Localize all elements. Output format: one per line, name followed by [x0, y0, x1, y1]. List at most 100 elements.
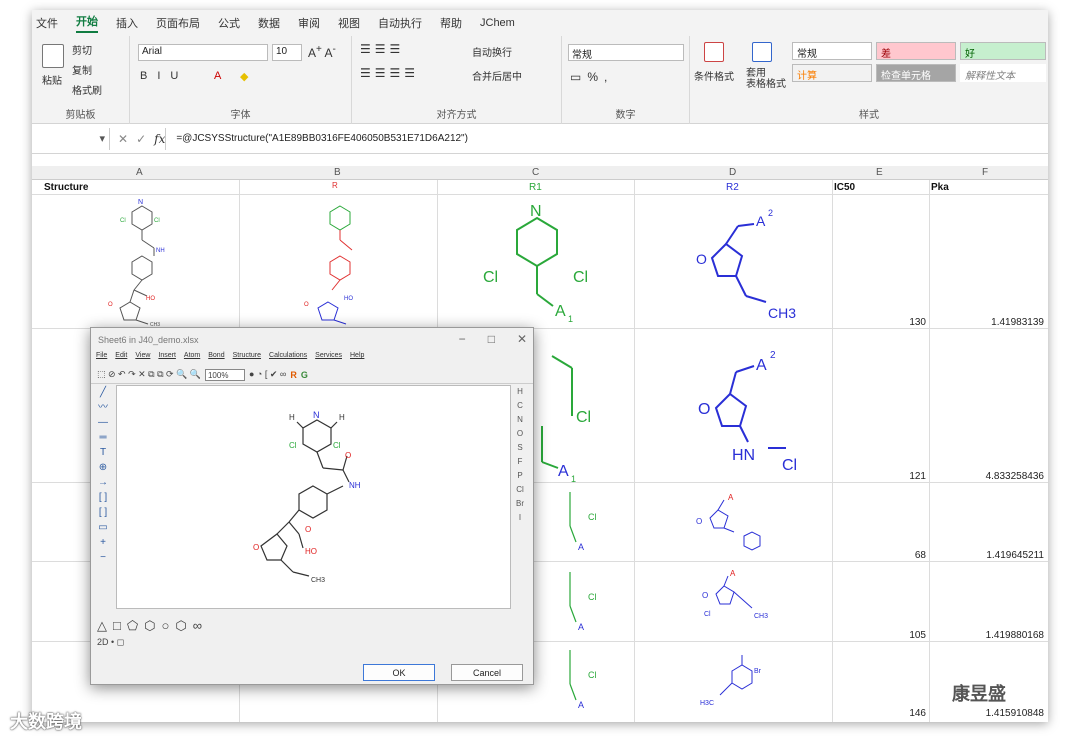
structure-r1-column[interactable]: Cl A Cl A Cl A: [534, 486, 614, 722]
menu-view[interactable]: View: [135, 352, 150, 366]
structure-b1[interactable]: O HO: [270, 194, 410, 328]
structure-a1[interactable]: N Cl Cl NH O HO CH3: [72, 194, 212, 328]
tab-page-layout[interactable]: 页面布局: [156, 15, 200, 31]
svg-text:A: A: [756, 213, 766, 229]
copy-button[interactable]: 复制: [72, 62, 92, 77]
style-bad[interactable]: 差: [876, 42, 956, 60]
maximize-icon[interactable]: □: [488, 332, 495, 346]
style-good[interactable]: 好: [960, 42, 1046, 60]
shape-toolbar[interactable]: △□⬠⬡○⬡∞: [97, 618, 208, 634]
menu-insert[interactable]: Insert: [158, 352, 176, 366]
structure-r2-4[interactable]: O Cl CH3 A: [682, 564, 822, 640]
svg-text:Cl: Cl: [289, 441, 297, 450]
svg-text:Br: Br: [754, 668, 762, 675]
tab-file[interactable]: 文件: [36, 15, 58, 31]
tab-review[interactable]: 审阅: [298, 15, 320, 31]
close-icon[interactable]: ✕: [517, 332, 527, 346]
structure-r2-5[interactable]: Br H3C: [682, 643, 822, 719]
style-calculation[interactable]: 计算: [792, 64, 872, 82]
drawing-canvas[interactable]: N H H Cl Cl O NH O HO O CH3: [116, 385, 511, 609]
periodic-toolbar[interactable]: H C N O S F P Cl Br I: [513, 385, 527, 609]
style-normal[interactable]: 常规: [792, 42, 872, 60]
structure-r2-1[interactable]: O A 2 CH3: [662, 196, 822, 326]
svg-text:O: O: [698, 401, 710, 418]
structure-r1-1[interactable]: N Cl Cl A 1: [477, 196, 617, 326]
column-header-c[interactable]: C: [532, 167, 539, 178]
svg-text:Cl: Cl: [483, 269, 498, 286]
menu-services[interactable]: Services: [315, 352, 342, 366]
number-format-select[interactable]: 常规: [568, 44, 684, 61]
paste-icon[interactable]: [42, 44, 64, 68]
merge-center-button[interactable]: 合并后居中: [472, 68, 522, 83]
conditional-format-button[interactable]: 条件格式: [694, 68, 734, 83]
check-icon[interactable]: ✓: [136, 132, 146, 146]
structure-r2-3[interactable]: O A: [682, 486, 822, 562]
style-explanatory[interactable]: 解释性文本: [960, 64, 1046, 82]
column-header-d[interactable]: D: [729, 167, 736, 178]
svg-text:A: A: [578, 542, 584, 552]
column-header-a[interactable]: A: [136, 167, 143, 178]
left-toolbar[interactable]: ╱ 〰 — ═ T ⊕ →[ ][ ] ▭ + −: [93, 385, 113, 615]
name-box[interactable]: ▾: [32, 127, 110, 150]
tab-help[interactable]: 帮助: [440, 15, 462, 31]
svg-text:Cl: Cl: [120, 218, 126, 224]
toolbar-icons-right[interactable]: ● ◔ [ ✔ ∞: [249, 369, 286, 380]
svg-text:Cl: Cl: [573, 269, 588, 286]
font-color-icon[interactable]: A: [214, 70, 221, 82]
tab-data[interactable]: 数据: [258, 15, 280, 31]
bottom-tools[interactable]: 2D • ◻: [97, 637, 124, 648]
style-check-cell[interactable]: 检查单元格: [876, 64, 956, 82]
tab-insert[interactable]: 插入: [116, 15, 138, 31]
table-format-button[interactable]: 套用 表格格式: [746, 68, 786, 90]
font-size-select[interactable]: 10: [272, 44, 302, 61]
toolbar-icons[interactable]: ⬚ ⊘ ↶ ↷ ✕ ⧉ ⧉ ⟳ 🔍 🔍: [97, 369, 201, 380]
column-header-e[interactable]: E: [876, 167, 883, 178]
fill-color-icon[interactable]: ◆: [240, 70, 248, 83]
structure-r2-2[interactable]: O A 2 HN Cl: [662, 336, 822, 476]
menu-structure[interactable]: Structure: [233, 352, 261, 366]
paste-button[interactable]: 粘贴: [42, 72, 62, 87]
font-style-buttons[interactable]: BIU: [140, 70, 188, 82]
svg-text:HN: HN: [732, 447, 755, 464]
menu-calculations[interactable]: Calculations: [269, 352, 307, 366]
ic50-cell: 146: [909, 708, 926, 719]
minimize-icon[interactable]: −: [459, 332, 466, 346]
column-header-b[interactable]: B: [334, 167, 341, 178]
percent-icon[interactable]: ▭%,: [570, 70, 613, 84]
menu-bond[interactable]: Bond: [208, 352, 224, 366]
menu-edit[interactable]: Edit: [115, 352, 127, 366]
cancel-icon[interactable]: ✕: [118, 132, 128, 146]
wrap-text-button[interactable]: 自动换行: [472, 44, 512, 59]
menu-file[interactable]: File: [96, 352, 107, 366]
molecule-drawing[interactable]: N H H Cl Cl O NH O HO O CH3: [117, 386, 512, 610]
ok-button[interactable]: OK: [363, 664, 435, 681]
cut-button[interactable]: 剪切: [72, 42, 92, 57]
justify-icons[interactable]: ☰☰☰☰: [360, 66, 419, 80]
tab-view[interactable]: 视图: [338, 15, 360, 31]
function-icon[interactable]: fx: [154, 132, 165, 146]
format-painter-button[interactable]: 格式刷: [72, 82, 102, 97]
grow-font-button[interactable]: A+ A-: [308, 44, 336, 60]
column-header-f[interactable]: F: [982, 167, 988, 178]
tab-jchem[interactable]: JChem: [480, 17, 515, 29]
structure-r1-2[interactable]: Cl A 1: [522, 336, 632, 482]
tab-home[interactable]: 开始: [76, 13, 98, 33]
r-group-icon[interactable]: R: [290, 370, 297, 380]
g-icon[interactable]: G: [301, 370, 308, 380]
pka-cell: 1.419880168: [985, 630, 1044, 641]
tab-automate[interactable]: 自动执行: [378, 15, 422, 31]
conditional-format-icon[interactable]: [704, 42, 724, 62]
svg-text:Cl: Cl: [588, 670, 597, 680]
table-format-icon[interactable]: [752, 42, 772, 62]
zoom-select[interactable]: 100%: [204, 368, 245, 381]
tab-formulas[interactable]: 公式: [218, 15, 240, 31]
menu-help[interactable]: Help: [350, 352, 364, 366]
font-name-select[interactable]: Arial: [138, 44, 268, 61]
align-icons[interactable]: ☰☰☰: [360, 42, 404, 56]
formula-input[interactable]: =@JCSYSStructure("A1E89BB0316FE406050B53…: [165, 127, 468, 150]
svg-text:N: N: [138, 199, 143, 206]
menu-atom[interactable]: Atom: [184, 352, 200, 366]
cancel-button[interactable]: Cancel: [451, 664, 523, 681]
svg-text:A: A: [558, 463, 569, 480]
dialog-toolbar: ⬚ ⊘ ↶ ↷ ✕ ⧉ ⧉ ⟳ 🔍 🔍 100% ● ◔ [ ✔ ∞ R G: [91, 366, 533, 384]
